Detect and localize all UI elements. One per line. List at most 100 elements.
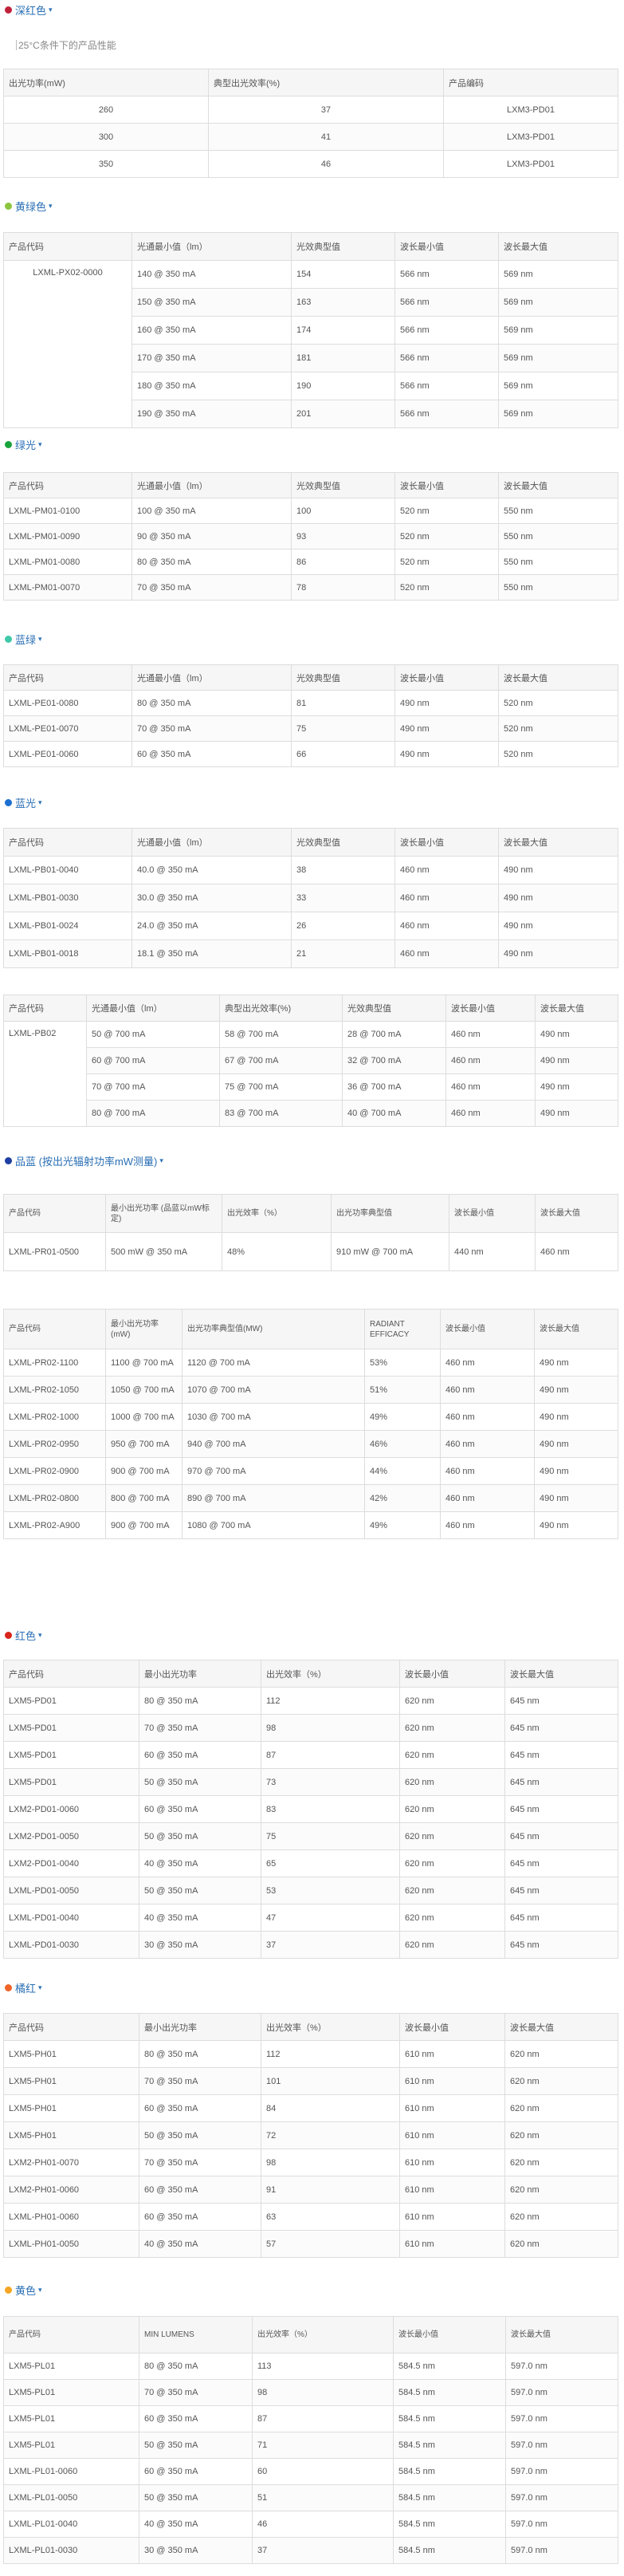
table-cell: 566 nm	[394, 316, 499, 345]
chevron-down-icon[interactable]: ▾	[38, 798, 42, 807]
column-header: 波长最小值	[449, 1194, 536, 1233]
table-cell: 490 nm	[498, 912, 618, 940]
table-cell: 645 nm	[504, 1904, 618, 1932]
table-cell: 26	[291, 912, 395, 940]
table-cell: 890 @ 700 mA	[182, 1484, 365, 1512]
table-cell: 645 nm	[504, 1768, 618, 1796]
section-header-yellow_green[interactable]: 黄绿色 ▾	[5, 198, 53, 214]
chevron-down-icon[interactable]: ▾	[49, 202, 53, 211]
table-cell: 50 @ 350 mA	[139, 2484, 253, 2511]
table-cell: 584.5 nm	[393, 2511, 506, 2538]
table-cell: 620 nm	[399, 1822, 505, 1850]
column-header: 波长最大值	[498, 664, 618, 691]
table-cell: 460 nm	[440, 1511, 535, 1539]
table-row: LXM5-PH01 50 @ 350 mA 72 610 nm 620 nm	[3, 2121, 618, 2149]
section-header-deep_red[interactable]: 深红色 ▾	[5, 2, 53, 18]
color-dot-icon	[5, 2286, 12, 2294]
table-cell: LXM5-PD01	[3, 1741, 139, 1769]
color-dot-icon	[5, 1631, 12, 1639]
column-header: MIN LUMENS	[139, 2316, 253, 2353]
section-header-royal_blue[interactable]: 品蓝 (按出光辐射功率mW测量) ▾	[5, 1152, 163, 1168]
column-header: 出光效率（%）	[252, 2316, 394, 2353]
section-header-red_orange[interactable]: 橘红 ▾	[5, 1979, 42, 1995]
column-header: 波长最小值	[394, 664, 499, 691]
section-header-blue[interactable]: 蓝光 ▾	[5, 794, 42, 810]
table-cell: 41	[208, 123, 444, 151]
spec-table-red: 产品代码 最小出光功率 出光效率（%） 波长最小值 波长最大值 LXM5-PD01 80 @…	[3, 1660, 618, 1959]
table-cell: LXM5-PL01	[3, 2432, 139, 2459]
chevron-down-icon[interactable]: ▾	[38, 2286, 42, 2294]
product-code-cell: LXML-PX02-0000	[3, 260, 132, 428]
chevron-down-icon[interactable]: ▾	[38, 440, 42, 449]
table-cell: 42%	[364, 1484, 441, 1512]
table-row: LXML-PR01-0500 500 mW @ 350 mA 48% 910 mW @…	[3, 1232, 618, 1271]
table-cell: 1000 @ 700 mA	[105, 1403, 182, 1431]
table-cell: 550 nm	[498, 498, 618, 524]
table-row: LXML-PR02-0900 900 @ 700 mA 970 @ 700 mA 44…	[3, 1457, 618, 1485]
table-cell: 490 nm	[535, 1100, 618, 1127]
table-cell: 37	[252, 2537, 394, 2564]
chevron-down-icon[interactable]: ▾	[159, 1156, 163, 1165]
table-row: LXM2-PD01-0060 60 @ 350 mA 83 620 nm 645 nm	[3, 1795, 618, 1823]
table-row: LXML-PL01-0060 60 @ 350 mA 60 584.5 nm 597.0…	[3, 2458, 618, 2485]
table-cell: 48%	[222, 1232, 332, 1271]
table-cell: 1030 @ 700 mA	[182, 1403, 365, 1431]
table-cell: 620 nm	[399, 1877, 505, 1904]
section-header-green[interactable]: 绿光 ▾	[5, 436, 42, 452]
table-row: LXML-PB01-0018 18.1 @ 350 mA 21 460 nm 490 n…	[3, 939, 618, 968]
table-cell: 610 nm	[399, 2149, 505, 2176]
table-cell: 60	[252, 2458, 394, 2485]
table-cell: 584.5 nm	[393, 2432, 506, 2459]
table-row: LXML-PR02-0800 800 @ 700 mA 890 @ 700 mA 42…	[3, 1484, 618, 1512]
column-header: 产品代码	[3, 2013, 139, 2041]
column-header: 波长最大值	[505, 2316, 618, 2353]
table-cell: 46	[208, 150, 444, 178]
table-cell: 81	[291, 690, 395, 716]
table-cell: LXML-PM01-0080	[3, 549, 132, 575]
table-cell: 63	[261, 2203, 400, 2231]
chevron-down-icon[interactable]: ▾	[38, 1631, 42, 1640]
column-header: 产品代码	[3, 1194, 106, 1233]
column-header: 波长最大值	[504, 1660, 618, 1688]
table-cell: 520 nm	[394, 549, 499, 575]
table-cell: 584.5 nm	[393, 2379, 506, 2406]
section-header-red[interactable]: 红色 ▾	[5, 1627, 42, 1643]
color-dot-icon	[5, 6, 12, 14]
table-cell: 70 @ 700 mA	[86, 1073, 220, 1101]
table-cell: 160 @ 350 mA	[131, 316, 292, 345]
table-cell: 65	[261, 1849, 400, 1877]
table-cell: 50 @ 350 mA	[139, 2121, 261, 2149]
table-cell: 1120 @ 700 mA	[182, 1349, 365, 1377]
chevron-down-icon[interactable]: ▾	[38, 1983, 42, 1992]
table-cell: 60 @ 350 mA	[139, 2203, 261, 2231]
table-cell: 40 @ 350 mA	[139, 1904, 261, 1932]
table-cell: 67 @ 700 mA	[219, 1047, 343, 1074]
table-row: 60 @ 700 mA 67 @ 700 mA 32 @ 700 mA 460 nm 4…	[4, 1047, 618, 1074]
table-header-row: 出光功率(mW) 典型出光效率(%) 产品编码	[3, 69, 618, 97]
table-cell: 180 @ 350 mA	[131, 372, 292, 400]
table-cell: 70 @ 350 mA	[139, 2067, 261, 2095]
table-cell: 645 nm	[504, 1822, 618, 1850]
table-cell: 460 nm	[394, 939, 499, 968]
table-cell: 60 @ 700 mA	[86, 1047, 220, 1074]
color-dot-icon	[5, 440, 12, 448]
column-header: 波长最小值	[394, 828, 499, 857]
table-cell: 30 @ 350 mA	[139, 1931, 261, 1959]
table-row: LXML-PD01-0050 50 @ 350 mA 53 620 nm 645 nm	[3, 1877, 618, 1904]
section-title: 红色	[15, 1629, 37, 1642]
table-cell: 101	[261, 2067, 400, 2095]
table-cell: LXML-PB01-0018	[3, 939, 132, 968]
table-cell: LXML-PR02-1000	[3, 1403, 106, 1431]
table-cell: 566 nm	[394, 344, 499, 372]
section-header-amber[interactable]: 黄色 ▾	[5, 2282, 42, 2298]
table-header-row: 产品代码 最小出光功率 出光效率（%） 波长最小值 波长最大值	[3, 1660, 618, 1688]
chevron-down-icon[interactable]: ▾	[38, 635, 42, 644]
table-row: LXML-PE01-0070 70 @ 350 mA 75 490 nm 520 nm	[3, 715, 618, 742]
table-cell: 490 nm	[498, 856, 618, 884]
table-cell: 597.0 nm	[505, 2405, 618, 2432]
table-cell: 566 nm	[394, 372, 499, 400]
section-header-cyan[interactable]: 蓝绿 ▾	[5, 631, 42, 647]
table-cell: 584.5 nm	[393, 2484, 506, 2511]
chevron-down-icon[interactable]: ▾	[49, 6, 53, 14]
table-header-row: 产品代码 MIN LUMENS 出光效率（%） 波长最小值 波长最大值	[3, 2316, 618, 2353]
